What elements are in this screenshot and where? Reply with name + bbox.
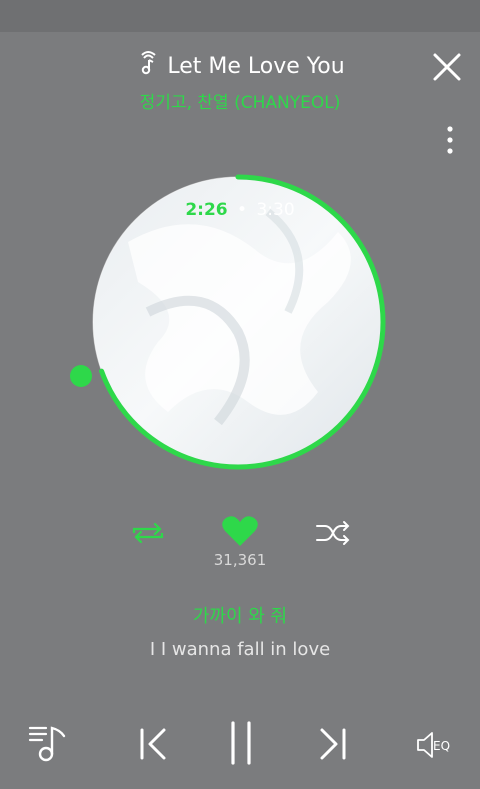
playlist-button[interactable] <box>26 722 68 768</box>
like-count: 31,361 <box>213 551 267 569</box>
current-time: 2:26 <box>185 200 228 220</box>
progress-knob[interactable] <box>68 363 94 389</box>
player-controls: EQ <box>0 714 480 776</box>
next-icon <box>320 728 346 760</box>
shuffle-button[interactable] <box>314 520 352 550</box>
time-separator: • <box>237 200 248 220</box>
previous-icon <box>140 728 166 760</box>
title-row: Let Me Love You <box>0 48 480 84</box>
song-actions <box>0 514 480 554</box>
repeat-icon <box>132 522 164 544</box>
song-title: Let Me Love You <box>167 53 345 79</box>
song-header: Let Me Love You 정기고, 찬열 (CHANYEOL) <box>0 48 480 113</box>
pause-button[interactable] <box>228 720 254 770</box>
next-button[interactable] <box>316 726 348 766</box>
heart-icon <box>222 516 258 546</box>
equalizer-button[interactable]: EQ <box>414 728 458 766</box>
lyric-next[interactable]: I I wanna fall in love <box>0 639 480 660</box>
total-time: 3:30 <box>256 200 295 220</box>
pause-icon <box>231 721 251 765</box>
status-bar <box>0 0 480 32</box>
previous-button[interactable] <box>138 726 170 766</box>
playlist-icon <box>28 726 66 762</box>
more-vertical-icon <box>447 126 453 154</box>
time-display: 2:26 • 3:30 <box>0 200 480 220</box>
more-options-button[interactable] <box>440 124 460 158</box>
song-artist[interactable]: 정기고, 찬열 (CHANYEOL) <box>0 88 480 113</box>
lyric-current[interactable]: 가까이 와 줘 <box>0 602 480 628</box>
close-button[interactable] <box>432 52 462 82</box>
like-button[interactable] <box>221 514 259 552</box>
equalizer-icon: EQ <box>417 732 450 758</box>
repeat-button[interactable] <box>130 520 166 550</box>
music-note-icon <box>135 50 161 82</box>
close-icon <box>433 53 461 81</box>
shuffle-icon <box>316 521 350 545</box>
eq-label: EQ <box>433 739 450 753</box>
